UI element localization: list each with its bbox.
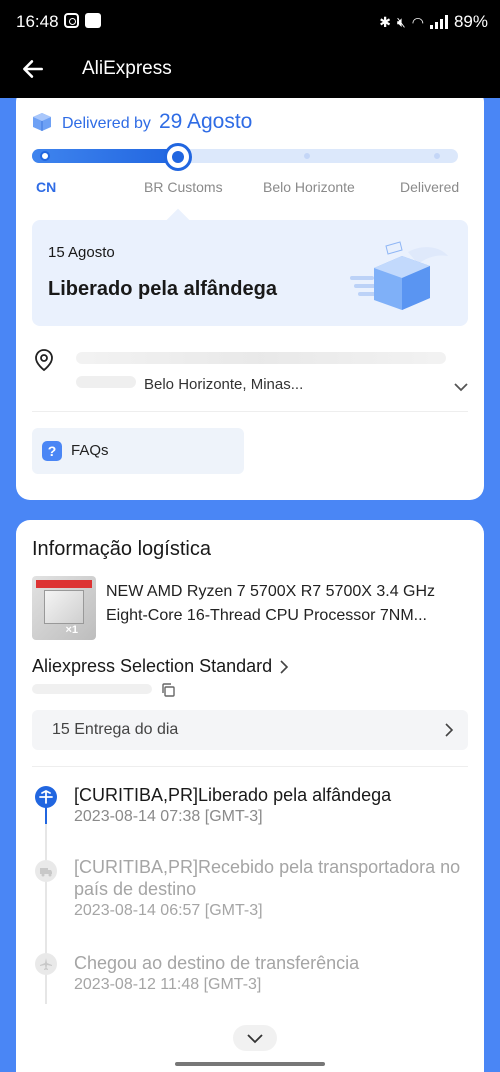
parcel-illustration: [350, 241, 448, 310]
event-time: 2023-08-12 11:48 [GMT-3]: [74, 976, 262, 993]
faq-button[interactable]: ? FAQs: [32, 428, 244, 474]
bluetooth-icon: ✱: [379, 13, 391, 30]
divider: [32, 766, 468, 767]
delivered-date: 29 Agosto: [158, 110, 253, 133]
airplane-icon: [35, 953, 57, 975]
instagram-icon: [64, 13, 79, 28]
faq-label: FAQs: [71, 442, 109, 459]
content-area[interactable]: Delivered by 29 Agosto CN BR Customs Bel…: [0, 98, 500, 1072]
section-title: Informação logística: [32, 538, 211, 560]
step-label-delivered: Delivered: [400, 179, 460, 195]
mute-icon: 🔇︎: [396, 13, 406, 30]
status-time: 16:48: [16, 12, 59, 31]
status-bar: 16:48 ✱ 🔇︎ ◠ 89%: [0, 0, 500, 46]
delivery-note: 15 Entrega do dia: [52, 721, 179, 738]
chevron-right-icon: [445, 723, 454, 737]
question-icon: ?: [42, 441, 62, 461]
wifi-icon: ◠: [411, 13, 424, 30]
product-title-line-1: NEW AMD Ryzen 7 5700X R7 5700X 3.4 GHz: [106, 583, 436, 600]
app-title: AliExpress: [82, 58, 172, 79]
event-title: [CURITIBA,PR]Recebido pela transportador…: [74, 857, 461, 899]
step-dot-belo-horizonte: [302, 151, 312, 161]
product-title-line-2: Eight-Core 16-Thread CPU Processor 7NM..…: [106, 607, 427, 624]
customs-icon: [35, 786, 57, 808]
current-step-indicator: [164, 143, 192, 171]
status-text: Liberado pela alfândega: [48, 278, 277, 300]
chevron-right-icon: [280, 659, 289, 674]
event-title: [CURITIBA,PR]Liberado pela alfândega: [74, 785, 392, 805]
copy-icon[interactable]: [160, 682, 176, 698]
notification-icon: [85, 13, 101, 28]
battery-level: 89%: [453, 12, 488, 31]
event-time: 2023-08-14 07:38 [GMT-3]: [74, 808, 263, 825]
step-label-cn: CN: [36, 179, 57, 195]
delivered-label: Delivered by: [62, 115, 151, 132]
arrow-left-icon[interactable]: [20, 56, 46, 82]
chevron-down-icon[interactable]: [454, 382, 468, 392]
logistics-card: Informação logística ×1 NEW AMD Ryzen 7 …: [16, 520, 484, 1072]
app-bar: AliExpress: [0, 46, 500, 98]
tracking-event: [CURITIBA,PR]Liberado pela alfândega 202…: [74, 784, 474, 828]
address-redacted: [76, 352, 446, 364]
product-title[interactable]: NEW AMD Ryzen 7 5700X R7 5700X 3.4 GHz E…: [106, 580, 466, 628]
progress-track: [32, 149, 458, 163]
shipping-method-link[interactable]: Aliexpress Selection Standard: [32, 656, 289, 677]
current-status-box: 15 Agosto Liberado pela alfândega: [32, 220, 468, 326]
delivery-estimate: Delivered by 29 Agosto: [32, 110, 252, 134]
step-label-belo-horizonte: Belo Horizonte: [263, 179, 355, 195]
product-quantity: ×1: [65, 624, 78, 636]
event-time: 2023-08-14 06:57 [GMT-3]: [74, 902, 263, 919]
tracking-event: [CURITIBA,PR]Recebido pela transportador…: [74, 856, 474, 922]
step-dot-cn: [40, 151, 50, 161]
location-pin-icon: [35, 349, 53, 372]
address-text: Belo Horizonte, Minas...: [144, 376, 304, 393]
delivery-note-row[interactable]: 15 Entrega do dia: [32, 710, 468, 750]
tracking-event: Chegou ao destino de transferência 2023-…: [74, 952, 474, 996]
address-redacted-2: [76, 376, 136, 388]
expand-timeline-button[interactable]: [233, 1025, 277, 1051]
shipping-method-label: Aliexpress Selection Standard: [32, 656, 273, 676]
delivery-card: Delivered by 29 Agosto CN BR Customs Bel…: [16, 98, 484, 500]
product-thumbnail[interactable]: ×1: [32, 576, 96, 640]
timeline-line-active: [45, 806, 47, 824]
chevron-down-icon: [247, 1034, 263, 1044]
signal-icon: [429, 15, 448, 29]
truck-icon: [35, 860, 57, 882]
status-date: 15 Agosto: [48, 244, 115, 261]
package-icon: [33, 113, 51, 131]
divider: [32, 411, 468, 412]
tracking-number-redacted: [32, 684, 152, 694]
step-dot-delivered: [432, 151, 442, 161]
home-indicator[interactable]: [175, 1062, 325, 1066]
progress-fill: [32, 149, 177, 163]
step-label-br-customs: BR Customs: [144, 179, 223, 195]
event-title: Chegou ao destino de transferência: [74, 953, 360, 973]
